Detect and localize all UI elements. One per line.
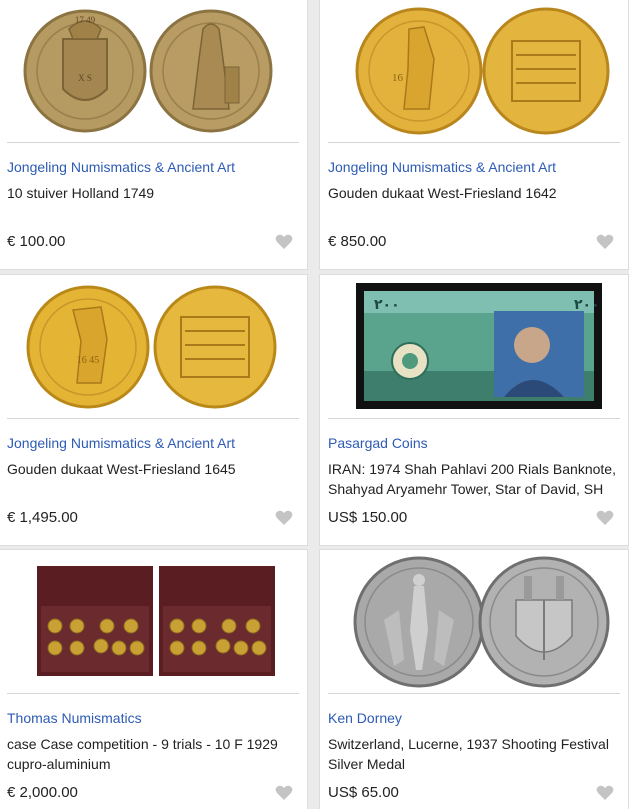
banknote-value-text: ۲۰۰ <box>574 297 600 313</box>
coin-date-text: 17 49 <box>75 15 96 25</box>
listing-title[interactable]: Gouden dukaat West-Friesland 1645 <box>7 459 297 479</box>
card-divider <box>7 142 299 143</box>
listing-image-gold-ducat[interactable]: 16 45 <box>0 275 307 418</box>
listing-title[interactable]: Switzerland, Lucerne, 1937 Shooting Fest… <box>328 734 618 774</box>
title-line: Switzerland, Lucerne, 1937 Shooting Fest… <box>328 736 609 752</box>
heart-icon[interactable] <box>596 510 614 526</box>
listing-image-silver-medal[interactable] <box>320 550 628 693</box>
seller-link[interactable]: Pasargad Coins <box>328 435 428 451</box>
heart-icon[interactable] <box>275 785 293 801</box>
listing-card[interactable]: ۲۰۰ ۲۰۰ Pasargad Coins IRAN: 1974 Shah P… <box>319 274 629 546</box>
listing-card[interactable]: 17 49 X S Jongeling Numismatics & Ancien… <box>0 0 308 270</box>
seller-link[interactable]: Jongeling Numismatics & Ancient Art <box>7 159 235 175</box>
listing-card[interactable]: Ken Dorney Switzerland, Lucerne, 1937 Sh… <box>319 549 629 809</box>
listing-title[interactable]: Gouden dukaat West-Friesland 1642 <box>328 183 618 203</box>
coin-value-text: X S <box>78 73 92 83</box>
listing-price: € 850.00 <box>328 233 387 250</box>
heart-icon[interactable] <box>275 234 293 250</box>
listing-card[interactable]: Thomas Numismatics case Case competition… <box>0 549 308 809</box>
card-divider <box>7 693 299 694</box>
listing-price: US$ 150.00 <box>328 509 408 526</box>
listing-title[interactable]: 10 stuiver Holland 1749 <box>7 183 297 203</box>
listing-card[interactable]: 16 Jongeling Numismatics & Ancient Art G… <box>319 0 629 270</box>
title-line: Silver Medal <box>328 756 406 772</box>
title-line: case Case competition - 9 trials - 10 F … <box>7 736 278 752</box>
title-line: 10 stuiver Holland 1749 <box>7 185 155 201</box>
title-line: Shahyad Aryamehr Tower, Star of David, S… <box>328 481 604 497</box>
listing-title[interactable]: case Case competition - 9 trials - 10 F … <box>7 734 297 774</box>
seller-link[interactable]: Thomas Numismatics <box>7 710 142 726</box>
listing-price: US$ 65.00 <box>328 784 399 801</box>
card-divider <box>328 418 620 419</box>
seller-link[interactable]: Ken Dorney <box>328 710 402 726</box>
card-divider <box>328 693 620 694</box>
heart-icon[interactable] <box>596 234 614 250</box>
title-line: Gouden dukaat West-Friesland 1642 <box>328 185 557 201</box>
listing-image-coin-cases[interactable] <box>0 550 307 693</box>
listing-price: € 1,495.00 <box>7 509 78 526</box>
listing-card[interactable]: 16 45 Jongeling Numismatics & Ancient Ar… <box>0 274 308 546</box>
banknote-value-text: ۲۰۰ <box>374 297 400 313</box>
listing-image-gold-ducat[interactable]: 16 <box>320 0 628 142</box>
seller-link[interactable]: Jongeling Numismatics & Ancient Art <box>328 159 556 175</box>
seller-link[interactable]: Jongeling Numismatics & Ancient Art <box>7 435 235 451</box>
card-divider <box>7 418 299 419</box>
listing-title[interactable]: IRAN: 1974 Shah Pahlavi 200 Rials Bankno… <box>328 459 618 499</box>
listing-image-banknote[interactable]: ۲۰۰ ۲۰۰ <box>320 275 628 418</box>
title-line: IRAN: 1974 Shah Pahlavi 200 Rials Bankno… <box>328 461 616 477</box>
title-line: cupro-aluminium <box>7 756 111 772</box>
card-divider <box>328 142 620 143</box>
coin-date-text: 16 45 <box>77 355 100 366</box>
listing-price: € 2,000.00 <box>7 784 78 801</box>
listing-price: € 100.00 <box>7 233 66 250</box>
heart-icon[interactable] <box>596 785 614 801</box>
listing-grid: 17 49 X S Jongeling Numismatics & Ancien… <box>0 0 629 809</box>
title-line: Gouden dukaat West-Friesland 1645 <box>7 461 236 477</box>
listing-image-silver-coins[interactable]: 17 49 X S <box>0 0 307 142</box>
heart-icon[interactable] <box>275 510 293 526</box>
coin-date-text: 16 <box>392 72 404 84</box>
